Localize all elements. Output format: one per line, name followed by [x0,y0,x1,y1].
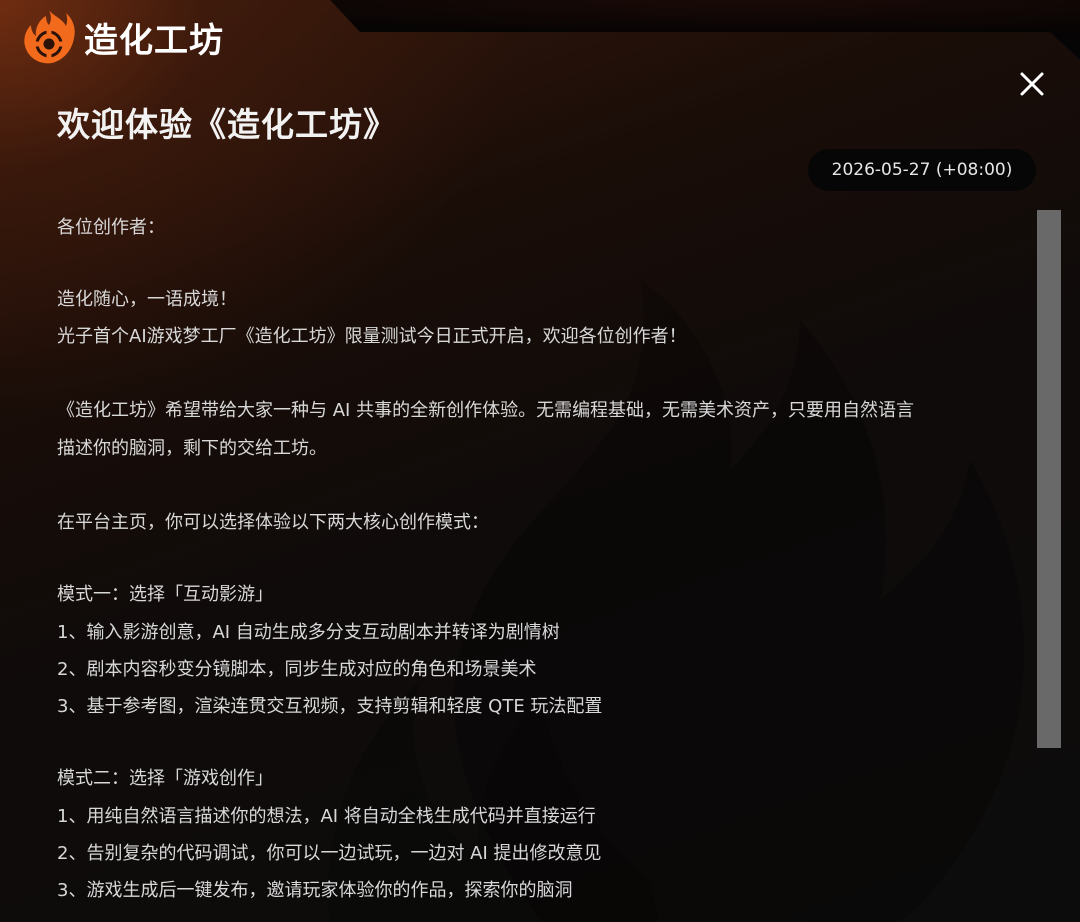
brand-name: 造化工坊 [84,20,224,61]
mode2-item: 1、用纯自然语言描述你的想法，AI 将自动全栈生成代码并直接运行 [57,806,596,827]
dialog-title: 欢迎体验《造化工坊》 [57,105,397,144]
mode1-heading: 模式一：选择「互动影游」 [57,584,273,605]
mode2-item: 3、游戏生成后一键发布，邀请玩家体验你的作品，探索你的脑洞 [57,880,573,901]
announcement-screen: 造化工坊 欢迎体验《造化工坊》 2026-05-27 (+08:00) 各位创作… [0,0,1080,922]
modes-intro: 在平台主页，你可以选择体验以下两大核心创作模式： [57,512,489,533]
description-line-1: 《造化工坊》希望带给大家一种与 AI 共事的全新创作体验。无需编程基础，无需美术… [57,400,915,421]
description-line-2: 描述你的脑洞，剩下的交给工坊。 [57,438,327,459]
intro-line-1: 造化随心，一语成境！ [57,289,237,310]
mode1-item: 2、剧本内容秒变分镜脚本，同步生成对应的角色和场景美术 [57,659,537,680]
greeting-text: 各位创作者： [57,217,165,238]
flame-gear-icon [24,10,75,64]
scrollbar[interactable] [1037,210,1061,922]
intro-line-2: 光子首个AI游戏梦工厂《造化工坊》限量测试今日正式开启，欢迎各位创作者！ [57,326,687,347]
mode2-item: 2、告别复杂的代码调试，你可以一边试玩，一边对 AI 提出修改意见 [57,843,602,864]
mode1-item: 3、基于参考图，渲染连贯交互视频，支持剪辑和轻度 QTE 玩法配置 [57,696,603,717]
mode1-item: 1、输入影游创意，AI 自动生成多分支互动剧本并转译为剧情树 [57,622,560,643]
close-button[interactable] [1012,64,1052,104]
close-icon [1020,72,1044,96]
scrollbar-thumb[interactable] [1037,210,1061,748]
announcement-dialog: 造化工坊 欢迎体验《造化工坊》 2026-05-27 (+08:00) 各位创作… [0,0,1080,922]
mode2-heading: 模式二：选择「游戏创作」 [57,768,273,789]
date-badge: 2026-05-27 (+08:00) [808,149,1036,191]
brand-logo: 造化工坊 [22,8,224,66]
